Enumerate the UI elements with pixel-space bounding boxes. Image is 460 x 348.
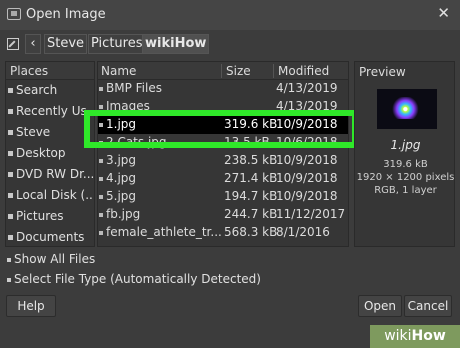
show-all-files-expander[interactable]: Show All Files — [7, 252, 95, 266]
folder-icon — [99, 105, 103, 109]
image-file-icon — [99, 213, 103, 217]
image-file-icon — [99, 141, 103, 145]
place-desktop[interactable]: Desktop — [6, 143, 94, 164]
image-file-icon — [99, 231, 103, 235]
preview-filename: 1.jpg — [390, 138, 421, 152]
file-row[interactable]: 4.jpg 271.4 kB 10/9/2018 — [98, 170, 348, 188]
column-divider — [221, 64, 222, 78]
folder-icon — [8, 235, 13, 240]
file-row[interactable]: 3.jpg 238.5 kB 10/9/2018 — [98, 152, 348, 170]
type-location-icon[interactable] — [7, 38, 19, 50]
column-modified[interactable]: Modified — [278, 64, 329, 78]
places-sidebar: Places Search Recently Us... Steve Deskt… — [5, 61, 95, 247]
gimp-app-icon — [7, 8, 21, 20]
image-file-icon — [99, 195, 103, 199]
preview-mode: RGB, 1 layer — [374, 185, 437, 196]
place-pictures[interactable]: Pictures — [6, 206, 94, 227]
preview-title: Preview — [359, 65, 406, 79]
home-folder-icon — [8, 130, 13, 135]
expander-icon — [7, 277, 11, 282]
wikihow-watermark: wikiHow — [370, 325, 460, 348]
place-recently-used[interactable]: Recently Us... — [6, 101, 94, 122]
place-steve[interactable]: Steve — [6, 122, 94, 143]
file-row[interactable]: Images 4/13/2019 — [98, 98, 348, 116]
expander-icon — [7, 257, 11, 262]
search-icon — [8, 88, 13, 93]
image-file-icon — [99, 177, 103, 181]
file-row[interactable]: 5.jpg 194.7 kB 10/9/2018 — [98, 188, 348, 206]
breadcrumb-wikihow[interactable]: wikiHow — [142, 34, 210, 54]
disc-icon — [8, 172, 13, 177]
file-row[interactable]: 2 Cats.jpg 13.5 kB 10/6/2018 — [98, 134, 348, 152]
folder-icon — [8, 214, 13, 219]
clock-icon — [8, 109, 13, 114]
close-button[interactable]: ✕ — [437, 4, 450, 22]
image-file-icon — [99, 159, 103, 163]
place-dvd-drive[interactable]: DVD RW Dr... — [6, 164, 94, 185]
path-back-button[interactable]: ‹ — [25, 34, 41, 54]
file-list-header: Name Size Modified — [98, 62, 348, 80]
preview-dimensions: 1920 × 1200 pixels — [356, 172, 455, 183]
file-list: Name Size Modified BMP Files 4/13/2019 Im… — [97, 61, 349, 247]
select-file-type-expander[interactable]: Select File Type (Automatically Detected… — [7, 272, 261, 286]
places-header: Places — [6, 62, 94, 80]
preview-thumbnail — [377, 89, 437, 129]
place-local-disk[interactable]: Local Disk (... — [6, 185, 94, 206]
file-row[interactable]: female_athlete_tr... 568.3 kB 8/1/2016 — [98, 224, 348, 242]
file-row[interactable]: fb.jpg 244.7 kB 11/12/2017 — [98, 206, 348, 224]
open-button[interactable]: Open — [358, 295, 402, 317]
window-title: Open Image — [26, 7, 106, 22]
folder-icon — [99, 87, 103, 91]
place-documents[interactable]: Documents — [6, 227, 94, 246]
preview-pane: Preview 1.jpg 319.6 kB 1920 × 1200 pixel… — [354, 61, 455, 247]
breadcrumb-steve[interactable]: Steve — [44, 34, 88, 54]
place-search[interactable]: Search — [6, 80, 94, 101]
breadcrumb-pictures[interactable]: Pictures — [88, 34, 146, 54]
column-divider — [273, 64, 274, 78]
column-name[interactable]: Name — [101, 64, 136, 78]
path-bar: ‹ Steve Pictures wikiHow — [0, 31, 460, 58]
desktop-icon — [8, 151, 13, 156]
column-size[interactable]: Size — [226, 64, 251, 78]
drive-icon — [8, 193, 13, 198]
file-row[interactable]: BMP Files 4/13/2019 — [98, 80, 348, 98]
title-bar: Open Image ✕ — [0, 0, 460, 30]
help-button[interactable]: Help — [6, 295, 56, 317]
image-file-icon — [99, 123, 103, 127]
file-row-selected[interactable]: 1.jpg 319.6 kB 10/9/2018 — [98, 116, 348, 134]
cancel-button[interactable]: Cancel — [404, 295, 452, 317]
preview-size: 319.6 kB — [383, 159, 428, 170]
